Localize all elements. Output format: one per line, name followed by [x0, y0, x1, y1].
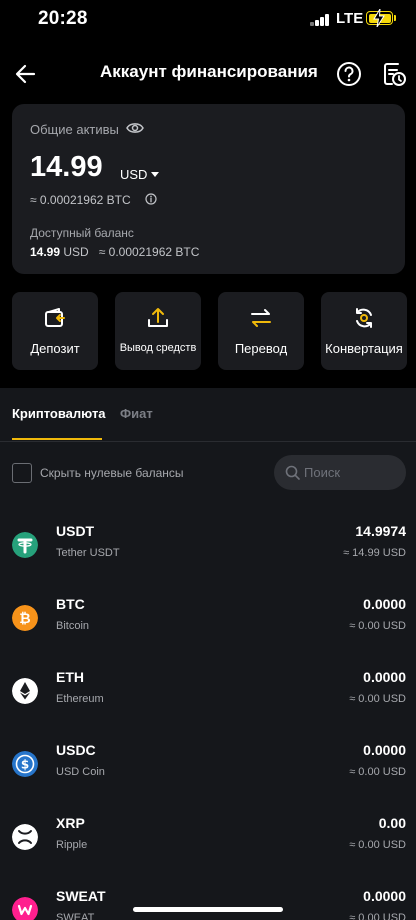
available-btc: ≈ 0.00021962 BTC [98, 245, 200, 259]
coin-symbol: USDC [56, 742, 96, 758]
svg-text:₿: ₿ [19, 611, 30, 627]
battery-tip [394, 15, 396, 21]
header: Аккаунт финансирования [0, 52, 416, 96]
coin-symbol: BTC [56, 596, 85, 612]
available-currency: USD [63, 245, 89, 259]
coin-fiat-value: ≈ 0.00 USD [349, 766, 406, 778]
withdraw-label: Вывод средств [119, 342, 197, 354]
usdt-icon [12, 532, 38, 558]
coin-row-btc[interactable]: ₿ BTC Bitcoin 0.0000 ≈ 0.00 USD [0, 594, 416, 658]
back-arrow-icon[interactable] [12, 60, 40, 88]
sweat-icon [12, 897, 38, 920]
withdraw-button[interactable]: Вывод средств [115, 292, 201, 370]
order-history-icon[interactable] [380, 60, 408, 88]
total-assets-label: Общие активы [30, 122, 119, 137]
coin-row-eth[interactable]: ETH Ethereum 0.0000 ≈ 0.00 USD [0, 667, 416, 731]
coin-fiat-value: ≈ 0.00 USD [349, 912, 406, 920]
deposit-label: Депозит [30, 341, 80, 356]
coin-name: Ethereum [56, 693, 104, 705]
total-value: 14.99 [30, 151, 103, 183]
xrp-icon [12, 824, 38, 850]
usdc-icon: $ [12, 751, 38, 777]
coin-name: Ripple [56, 839, 88, 851]
search-icon [285, 465, 300, 480]
upload-icon [148, 308, 168, 327]
hide-zero-balances[interactable]: Скрыть нулевые балансы [12, 462, 184, 484]
coin-symbol: USDT [56, 523, 95, 539]
coin-fiat-value: ≈ 0.00 USD [349, 839, 406, 851]
coin-name: Tether USDT [56, 547, 120, 559]
coin-row-xrp[interactable]: XRP Ripple 0.00 ≈ 0.00 USD [0, 813, 416, 877]
action-buttons: Депозит Вывод средств Перевод Конвертаци… [12, 292, 407, 370]
available-balance-label: Доступный баланс [30, 226, 134, 240]
coin-amount: 0.00 [378, 815, 406, 831]
coin-fiat-value: ≈ 0.00 USD [349, 620, 406, 632]
coin-row-sweat[interactable]: SWEAT SWEAT 0.0000 ≈ 0.00 USD [0, 886, 416, 920]
network-label: LTE [336, 10, 364, 27]
status-time: 20:28 [38, 8, 88, 29]
coin-row-usdt[interactable]: USDT Tether USDT 14.9974 ≈ 14.99 USD [0, 521, 416, 585]
search-box[interactable] [274, 455, 406, 490]
coin-fiat-value: ≈ 14.99 USD [343, 547, 406, 559]
signal-icon [310, 14, 330, 26]
convert-button[interactable]: Конвертация [321, 292, 407, 370]
coin-amount: 0.0000 [363, 596, 406, 612]
btc-icon: ₿ [12, 605, 38, 631]
total-assets-card: Общие активы 14.99 USD ≈ 0.00021962 BTC … [12, 104, 405, 274]
hide-zero-checkbox[interactable] [12, 463, 32, 483]
info-icon[interactable] [145, 193, 157, 205]
svg-text:$: $ [21, 758, 29, 772]
coin-amount: 0.0000 [363, 669, 406, 685]
tab-fiat[interactable]: Фиат [120, 406, 153, 421]
status-bar: 20:28 LTE [0, 0, 416, 44]
caret-down-icon [151, 172, 160, 177]
available-amount: 14.99 [30, 245, 61, 259]
transfer-button[interactable]: Перевод [218, 292, 304, 370]
home-indicator[interactable] [133, 907, 283, 912]
deposit-button[interactable]: Депозит [12, 292, 98, 370]
tab-crypto[interactable]: Криптовалюта [12, 406, 106, 421]
coin-symbol: XRP [56, 815, 85, 831]
available-balance: 14.99 USD ≈ 0.00021962 BTC [30, 245, 199, 259]
charging-bolt-icon [373, 9, 385, 27]
currency-label: USD [120, 167, 148, 182]
eth-icon [12, 678, 38, 704]
asset-list-panel: Криптовалюта Фиат Скрыть нулевые балансы… [0, 388, 416, 920]
search-input[interactable] [304, 463, 394, 482]
coin-name: USD Coin [56, 766, 105, 778]
btc-equivalent: ≈ 0.00021962 BTC [30, 193, 131, 207]
coin-amount: 0.0000 [363, 742, 406, 758]
coin-row-usdc[interactable]: $ USDC USD Coin 0.0000 ≈ 0.00 USD [0, 740, 416, 804]
coin-amount: 0.0000 [363, 888, 406, 904]
coin-fiat-value: ≈ 0.00 USD [349, 693, 406, 705]
transfer-arrows-icon [251, 309, 271, 327]
coin-name: SWEAT [56, 912, 95, 920]
coin-symbol: ETH [56, 669, 84, 685]
help-icon[interactable] [335, 60, 363, 88]
convert-icon [356, 308, 372, 328]
coin-name: Bitcoin [56, 620, 90, 632]
coin-amount: 14.9974 [355, 523, 406, 539]
active-tab-indicator [12, 438, 102, 440]
coin-symbol: SWEAT [56, 888, 106, 904]
eye-icon[interactable] [126, 121, 144, 135]
page-title: Аккаунт финансирования [100, 62, 318, 81]
currency-dropdown[interactable]: USD [120, 167, 160, 182]
hide-zero-label: Скрыть нулевые балансы [40, 466, 184, 480]
convert-label: Конвертация [325, 341, 403, 356]
transfer-label: Перевод [234, 341, 288, 356]
asset-tabs: Криптовалюта Фиат [0, 388, 416, 442]
wallet-deposit-icon [45, 308, 65, 327]
